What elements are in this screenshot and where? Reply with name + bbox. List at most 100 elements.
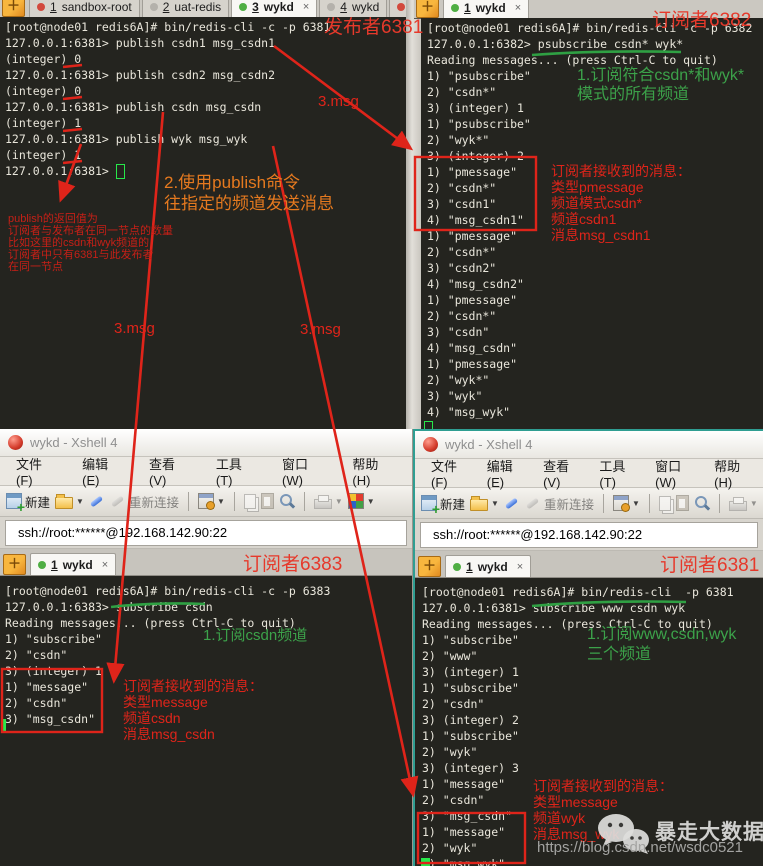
subscriber-6383-terminal[interactable]: [root@node01 redis6A]# bin/redis-cli -c … <box>0 576 413 866</box>
tab-number: 2 <box>163 0 170 14</box>
tab-close-icon[interactable]: × <box>515 2 521 14</box>
dropdown-caret-icon[interactable]: ▼ <box>76 497 84 506</box>
menu-item[interactable]: 帮助(H) <box>352 454 396 488</box>
menu-item[interactable]: 工具(T) <box>216 454 258 488</box>
copy-button[interactable] <box>244 494 256 509</box>
find-button[interactable] <box>694 495 710 511</box>
session-manager-button[interactable]: ▼ <box>613 495 640 511</box>
menu-item[interactable]: 帮助(H) <box>714 456 747 490</box>
terminal-line: 1) "pmessage" <box>427 164 763 180</box>
tab-status-dot <box>453 563 461 571</box>
terminal-line: 2) "wyk" <box>422 744 763 760</box>
new-session-button[interactable]: 新建 <box>421 494 465 513</box>
terminal-line: 2) "wyk*" <box>427 132 763 148</box>
open-folder-button[interactable]: ▼ <box>55 493 84 509</box>
reconnect-button[interactable]: 重新连接 <box>110 492 179 511</box>
tab-wykd[interactable]: 4wykd <box>319 0 387 17</box>
new-session-button[interactable]: 新建 <box>6 492 50 511</box>
subscriber-6382-terminal[interactable]: [root@node01 redis6A]# bin/redis-cli -c … <box>421 18 763 431</box>
session-tab-bar: ＋ 1wykd× <box>0 549 412 576</box>
terminal-line: 2) "csdn" <box>422 792 763 808</box>
subscriber-6381-terminal[interactable]: [root@node01 redis6A]# bin/redis-cli -p … <box>415 578 763 866</box>
tab-wykd[interactable]: 3wykd× <box>231 0 317 17</box>
paste-button[interactable] <box>676 495 689 511</box>
dropdown-caret-icon[interactable]: ▼ <box>750 499 758 508</box>
connect-icon[interactable] <box>504 495 520 511</box>
reconnect-button[interactable]: 重新连接 <box>525 494 594 513</box>
print-icon <box>729 501 747 511</box>
tab-number: 1 <box>51 558 58 572</box>
tab-wykd[interactable]: 1wykd× <box>443 0 529 18</box>
paste-button[interactable] <box>261 493 274 509</box>
terminal-line: [root@node01 redis6A]# bin/redis-cli -p … <box>422 584 763 600</box>
color-scheme-button[interactable]: ▼ <box>348 493 375 509</box>
open-folder-button[interactable]: ▼ <box>470 495 499 511</box>
tab-uat-redis[interactable]: 2uat-redis <box>142 0 229 17</box>
title-bar[interactable]: wykd - Xshell 4 <box>0 429 412 457</box>
terminal-line: 127.0.0.1:6381> publish csdn2 msg_csdn2 <box>5 67 411 83</box>
session-manager-button[interactable]: ▼ <box>198 493 225 509</box>
menu-item[interactable]: 文件(F) <box>431 456 463 490</box>
menu-item[interactable]: 窗口(W) <box>655 456 690 490</box>
dropdown-caret-icon[interactable]: ▼ <box>491 499 499 508</box>
menu-item[interactable]: 工具(T) <box>599 456 631 490</box>
terminal-line: 2) "csdn*" <box>427 84 763 100</box>
tab-close-icon[interactable]: × <box>102 559 108 571</box>
terminal-line: 1) "pmessage" <box>427 356 763 372</box>
terminal-line: 3) (integer) 2 <box>427 148 763 164</box>
dropdown-caret-icon[interactable]: ▼ <box>335 497 343 506</box>
tab-status-dot <box>239 3 247 11</box>
menu-bar: 文件(F) 编辑(E) 查看(V) 工具(T) 窗口(W) 帮助(H) <box>415 459 763 488</box>
tab-close-icon[interactable]: × <box>303 1 309 13</box>
terminal-line: 3) "csdn1" <box>427 196 763 212</box>
new-tab-button[interactable]: ＋ <box>3 554 26 575</box>
tab-list: 1wykd× <box>30 553 116 575</box>
address-input[interactable]: ssh://root:******@192.168.142.90:22 <box>420 522 758 548</box>
session-manager-icon <box>613 495 629 511</box>
session-tab-bar: ＋ 1wykd× <box>415 551 763 578</box>
terminal-line: 127.0.0.1:6383> subscribe csdn <box>5 599 413 615</box>
find-button[interactable] <box>279 493 295 509</box>
tab-wykd[interactable]: 1wykd× <box>30 553 116 575</box>
menu-item[interactable]: 编辑(E) <box>82 454 125 488</box>
paste-icon <box>676 495 689 511</box>
title-bar[interactable]: wykd - Xshell 4 <box>415 431 763 459</box>
top-left-tab-bar: ＋ 1sandbox-root2uat-redis3wykd×4wykd5 <box>0 0 408 18</box>
new-tab-button[interactable]: ＋ <box>418 556 441 577</box>
menu-item[interactable]: 窗口(W) <box>282 454 328 488</box>
tab-label: wykd <box>352 0 379 14</box>
menu-item[interactable]: 查看(V) <box>543 456 575 490</box>
terminal-line: 127.0.0.1:6381> <box>5 163 411 179</box>
tab-status-dot <box>37 3 45 11</box>
menu-item[interactable]: 编辑(E) <box>487 456 519 490</box>
terminal-line: 4) "msg_csdn1" <box>427 212 763 228</box>
print-button[interactable]: ▼ <box>314 494 343 509</box>
tab-sandbox-root[interactable]: 1sandbox-root <box>29 0 140 17</box>
connect-icon[interactable] <box>89 493 105 509</box>
new-tab-button[interactable]: ＋ <box>416 0 439 18</box>
terminal-line: 4) "msg_wyk" <box>427 404 763 420</box>
terminal-line: 4) "msg_csdn" <box>427 340 763 356</box>
tab-wykd[interactable]: 1wykd× <box>445 555 531 577</box>
publisher-terminal[interactable]: [root@node01 redis6A]# bin/redis-cli -c … <box>0 17 411 431</box>
window-title: wykd - Xshell 4 <box>30 435 117 450</box>
new-tab-button[interactable]: ＋ <box>2 0 25 17</box>
terminal-line: 1) "subscribe" <box>422 728 763 744</box>
copy-button[interactable] <box>659 496 671 511</box>
terminal-line: 1) "subscribe" <box>422 632 763 648</box>
connect-icon-icon <box>89 493 105 509</box>
terminal-line: 127.0.0.1:6381> publish wyk msg_wyk <box>5 131 411 147</box>
terminal-line: 127.0.0.1:6381> publish csdn1 msg_csdn1 <box>5 35 411 51</box>
dropdown-caret-icon[interactable]: ▼ <box>632 499 640 508</box>
tab-close-icon[interactable]: × <box>517 561 523 573</box>
print-button[interactable]: ▼ <box>729 496 758 511</box>
tab-list: 1wykd× <box>445 555 531 577</box>
menu-item[interactable]: 文件(F) <box>16 454 58 488</box>
menu-item[interactable]: 查看(V) <box>149 454 192 488</box>
terminal-line: 2) "wyk*" <box>427 372 763 388</box>
terminal-line: 127.0.0.1:6382> psubscribe csdn* wyk* <box>427 36 763 52</box>
address-input[interactable]: ssh://root:******@192.168.142.90:22 <box>5 520 407 546</box>
dropdown-caret-icon[interactable]: ▼ <box>217 497 225 506</box>
tab-number: 1 <box>50 0 57 14</box>
dropdown-caret-icon[interactable]: ▼ <box>367 497 375 506</box>
